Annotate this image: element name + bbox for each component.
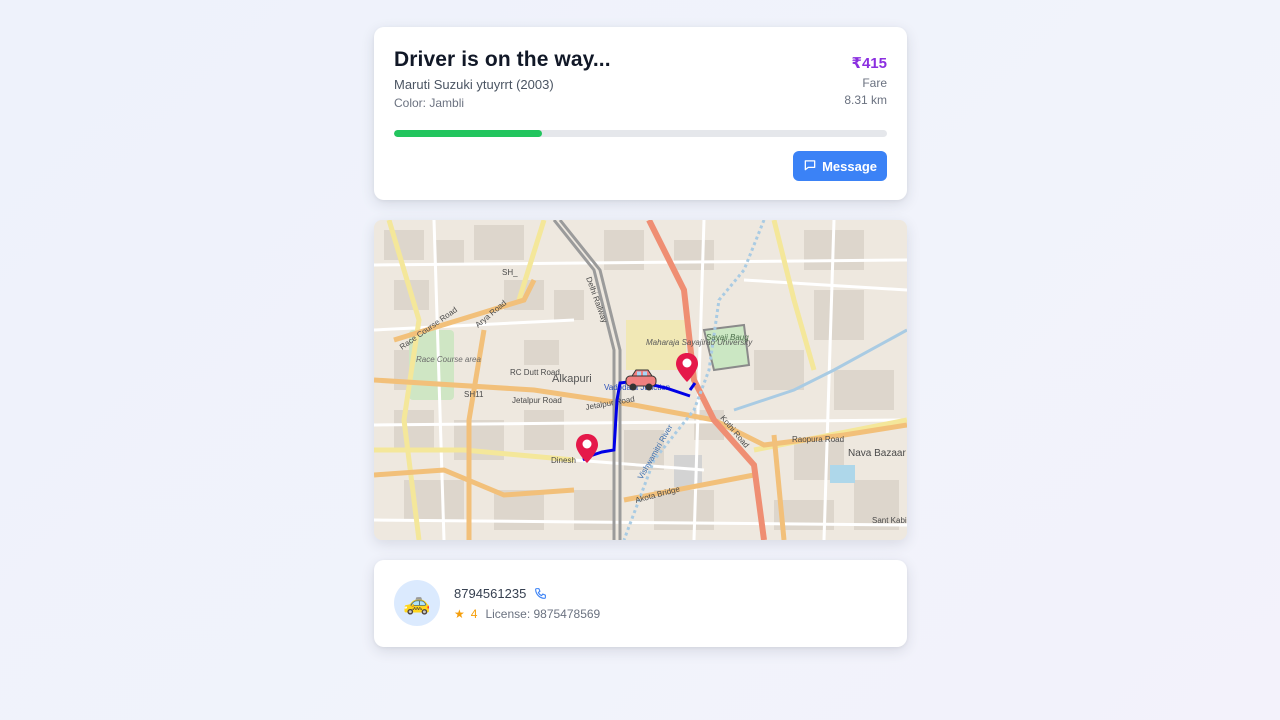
ride-status-title: Driver is on the way... — [394, 48, 611, 71]
fare-label: Fare — [862, 76, 887, 90]
driver-info-card: 🚕 8794561235 ★ 4 License: 9875478569 — [374, 560, 907, 647]
map-label-nava-bazar: Nava Bazaar — [848, 448, 906, 459]
ride-progress-bar — [394, 130, 887, 137]
driver-license: License: 9875478569 — [485, 607, 601, 621]
map-label-alkapuri: Alkapuri — [552, 373, 592, 385]
map-label-dinesh: Dinesh — [551, 456, 576, 465]
map-canvas[interactable]: SH_ Race Course Road Race Course area RC… — [374, 220, 907, 540]
driver-meta-row: ★ 4 License: 9875478569 — [454, 607, 600, 621]
route-map[interactable]: SH_ Race Course Road Race Course area RC… — [374, 220, 907, 540]
message-button[interactable]: Message — [793, 151, 887, 181]
driver-phone-row: 8794561235 — [454, 586, 547, 601]
ride-status-card: Driver is on the way... Maruti Suzuki yt… — [374, 27, 907, 200]
ride-progress-fill — [394, 130, 542, 137]
chat-icon — [803, 158, 817, 175]
trip-distance: 8.31 km — [844, 93, 887, 107]
map-label-raopura-road: Raopura Road — [792, 435, 844, 444]
map-label-sayaji-baug: Sayaji Baug — [706, 333, 749, 342]
map-label-sh: SH_ — [502, 268, 518, 277]
taxi-icon: 🚕 — [394, 580, 440, 626]
car-model: Maruti Suzuki ytuyrrt (2003) — [394, 77, 554, 92]
driver-rating: 4 — [470, 607, 478, 621]
map-label-jetalpur-road: Jetalpur Road — [512, 396, 562, 405]
map-label-race-course-area: Race Course area — [416, 355, 481, 364]
driver-phone: 8794561235 — [454, 586, 527, 601]
star-icon: ★ — [454, 607, 465, 621]
page-container: Driver is on the way... Maruti Suzuki yt… — [374, 27, 907, 647]
car-color: Color: Jambli — [394, 96, 465, 110]
message-button-label: Message — [822, 158, 877, 174]
fare-amount: ₹415 — [851, 55, 887, 72]
map-label-sant-kabir: Sant Kabir — [872, 516, 907, 525]
phone-icon[interactable] — [534, 587, 547, 600]
map-label-sh11: SH11 — [464, 390, 484, 399]
